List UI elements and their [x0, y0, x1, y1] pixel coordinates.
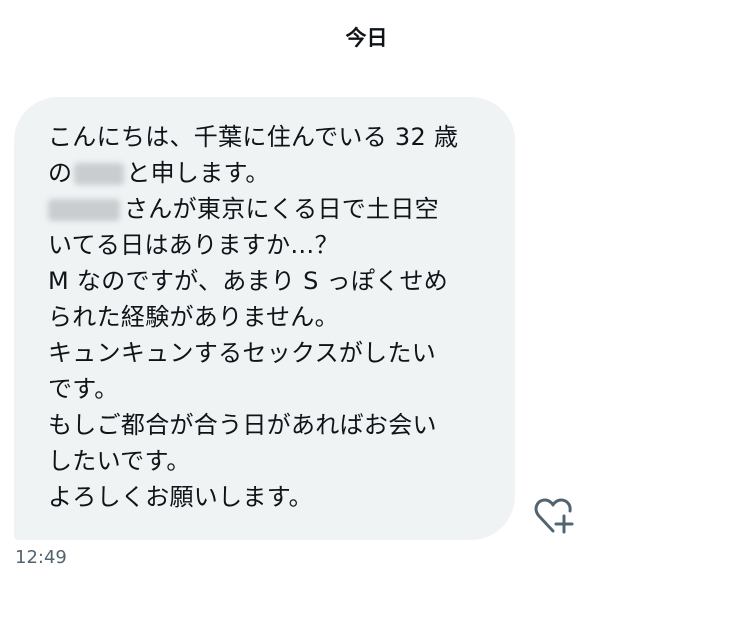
redacted-recipient-name	[48, 199, 120, 221]
message-line: さんが東京にくる日で土日空	[48, 191, 498, 227]
message-text: こんにちは、千葉に住んでいる 32 歳 のと申します。 さんが東京にくる日で土日…	[48, 119, 498, 515]
date-header: 今日	[345, 26, 388, 50]
message-line: のと申します。	[48, 159, 270, 187]
message-line: いてる日はありますか…？	[48, 231, 339, 259]
message-line: M なのですが、あまり S っぽくせめ	[48, 267, 449, 295]
heart-plus-icon	[534, 498, 574, 534]
message-line: キュンキュンするセックスがしたい	[48, 339, 437, 367]
redacted-name	[74, 163, 125, 185]
message-line: したいです。	[48, 447, 191, 475]
message-line: です。	[48, 375, 119, 403]
message-bubble[interactable]: こんにちは、千葉に住んでいる 32 歳 のと申します。 さんが東京にくる日で土日…	[14, 97, 515, 540]
message-line: られた経験がありません。	[48, 303, 339, 331]
react-button[interactable]	[534, 496, 578, 536]
message-timestamp: 12:49	[15, 547, 67, 568]
message-line: よろしくお願いします。	[48, 483, 313, 511]
message-line: もしご都合が合う日があればお会い	[48, 411, 437, 439]
message-line: こんにちは、千葉に住んでいる 32 歳	[48, 123, 459, 151]
